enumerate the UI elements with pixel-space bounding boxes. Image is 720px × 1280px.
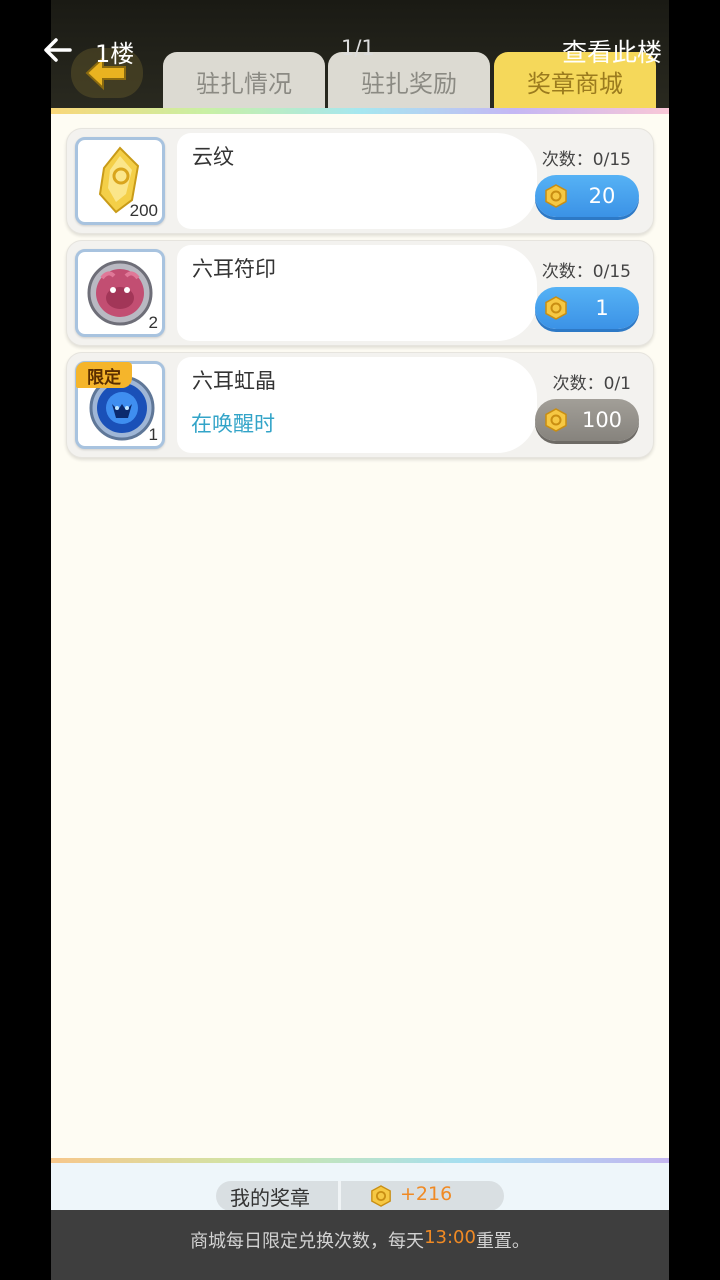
redeem-count: 次数：0/15	[541, 262, 631, 282]
medal-coin-icon	[545, 184, 567, 208]
buy-button-disabled[interactable]: 100	[535, 399, 639, 441]
price-value: 1	[595, 296, 609, 320]
price-value: 20	[588, 184, 616, 208]
medal-coin-icon	[371, 1185, 391, 1207]
shop-list: 200 云纹 次数：0/15 20 2 六耳符印 次数：0/15 1 限定 1 …	[51, 114, 669, 1158]
notice-prefix: 商城每日限定兑换次数，每天	[190, 1231, 425, 1252]
redeem-count: 次数：0/15	[541, 150, 631, 170]
item-slot[interactable]: 2	[75, 249, 165, 337]
notice-suffix: 重置。	[475, 1231, 530, 1252]
item-name: 六耳虹晶	[192, 369, 276, 393]
tab-label: 驻扎情况	[196, 69, 292, 98]
medal-coin-icon	[545, 296, 567, 320]
item-count: 2	[148, 313, 158, 332]
medal-coin-icon	[545, 408, 567, 432]
medal-balance: 我的奖章 +216	[216, 1181, 504, 1211]
game-screen: 驻扎情况 驻扎奖励 奖章商城 200 云纹 次数：0/15 20 2 六耳符印 …	[51, 0, 669, 1280]
item-slot[interactable]: 200	[75, 137, 165, 225]
shop-item: 限定 1 六耳虹晶 在唤醒时 次数：0/1 100	[66, 352, 654, 458]
tab-station-status[interactable]: 驻扎情况	[163, 52, 325, 110]
tab-station-reward[interactable]: 驻扎奖励	[328, 52, 490, 110]
shop-item: 200 云纹 次数：0/15 20	[66, 128, 654, 234]
redeem-count: 次数：0/1	[552, 374, 631, 394]
page-indicator: 1/1	[341, 36, 375, 60]
buy-button[interactable]: 20	[535, 175, 639, 217]
floor-label: 1楼	[95, 40, 135, 68]
reset-notice: 商城每日限定兑换次数，每天 13:00 重置。	[51, 1210, 669, 1280]
medal-label: 我的奖章	[230, 1186, 310, 1210]
medal-balance-bar: 我的奖章 +216	[51, 1163, 669, 1211]
view-floor-button[interactable]: 查看此楼	[562, 33, 662, 69]
item-subtitle: 在唤醒时	[191, 412, 275, 436]
back-arrow-icon[interactable]	[40, 32, 76, 68]
tab-label: 驻扎奖励	[361, 69, 457, 98]
price-value: 100	[581, 408, 623, 432]
notice-time: 13:00	[424, 1227, 476, 1248]
buy-button[interactable]: 1	[535, 287, 639, 329]
medal-value: +216	[400, 1183, 453, 1205]
shop-item: 2 六耳符印 次数：0/15 1	[66, 240, 654, 346]
item-count: 200	[129, 201, 158, 220]
limited-badge: 限定	[76, 362, 132, 388]
item-slot[interactable]: 限定 1	[75, 361, 165, 449]
item-name: 六耳符印	[192, 257, 276, 281]
item-name: 云纹	[192, 145, 234, 169]
item-count: 1	[148, 425, 158, 444]
